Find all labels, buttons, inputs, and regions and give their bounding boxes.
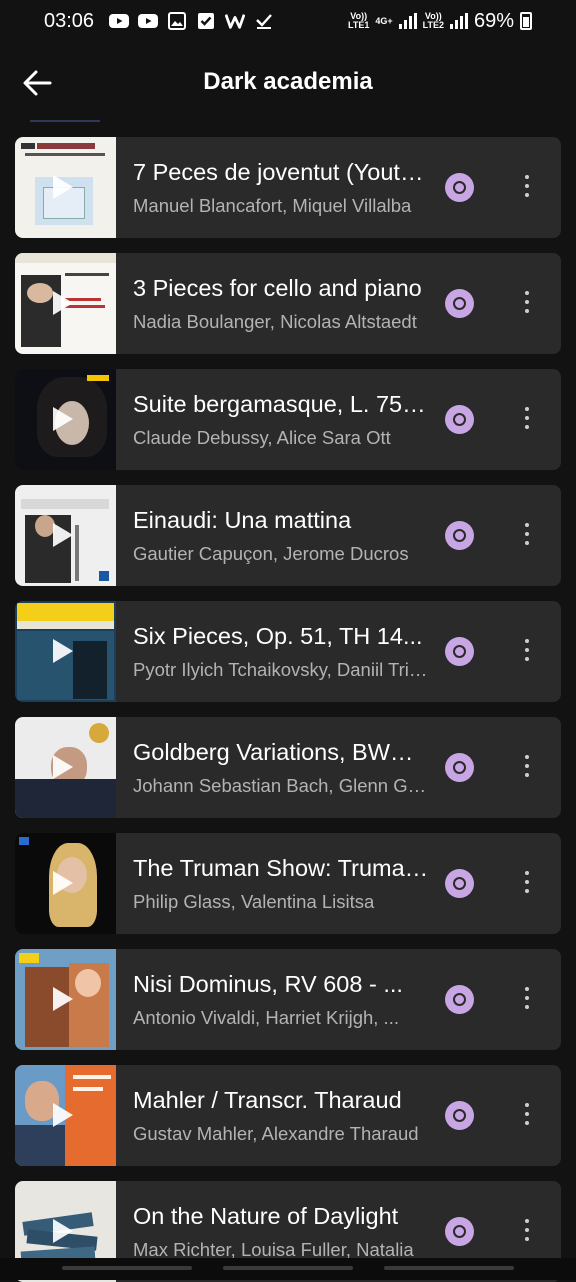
more-options-icon[interactable] — [521, 175, 533, 201]
system-nav-bar — [0, 1258, 576, 1280]
list-item[interactable]: Mahler / Transcr. Tharaud Gustav Mahler,… — [15, 1065, 561, 1166]
track-artists: Claude Debussy, Alice Sara Ott — [133, 427, 391, 448]
album-art[interactable] — [15, 833, 116, 934]
list-item[interactable]: Einaudi: Una mattina Gautier Capuçon, Je… — [15, 485, 561, 586]
album-art[interactable] — [15, 137, 116, 238]
top-app-bar: Dark academia — [0, 42, 576, 122]
list-item[interactable]: Goldberg Variations, BWV 988 Johann Seba… — [15, 717, 561, 818]
nav-home[interactable] — [223, 1266, 353, 1270]
downloaded-icon — [445, 173, 474, 202]
downloaded-icon — [445, 1217, 474, 1246]
arrow-left-icon[interactable] — [20, 66, 54, 100]
track-title: 3 Pieces for cello and piano — [133, 275, 422, 301]
more-options-icon[interactable] — [521, 1103, 533, 1129]
downloaded-icon — [445, 1101, 474, 1130]
nav-back[interactable] — [384, 1266, 514, 1270]
sim1-label: Vo)) LTE1 — [348, 11, 370, 30]
more-options-icon[interactable] — [521, 987, 533, 1013]
status-right: Vo)) LTE1 4G+ Vo)) LTE2 69% — [348, 10, 532, 33]
play-icon — [53, 291, 73, 315]
downloaded-icon — [445, 753, 474, 782]
track-title: On the Nature of Daylight — [133, 1203, 399, 1229]
album-art[interactable] — [15, 369, 116, 470]
play-icon — [53, 523, 73, 547]
list-item[interactable]: 3 Pieces for cello and piano Nadia Boula… — [15, 253, 561, 354]
track-artists: Manuel Blancafort, Miquel Villalba — [133, 195, 412, 216]
play-icon — [53, 871, 73, 895]
track-artists: Gautier Capuçon, Jerome Ducros — [133, 543, 409, 564]
downloaded-icon — [445, 869, 474, 898]
play-icon — [53, 1103, 73, 1127]
track-artists: Gustav Mahler, Alexandre Tharaud — [133, 1123, 419, 1144]
w-app-icon — [225, 14, 246, 29]
battery-percent: 69% — [473, 9, 514, 32]
album-art[interactable] — [15, 717, 116, 818]
scroll-edge-art — [30, 120, 100, 122]
play-icon — [53, 987, 73, 1011]
status-bar: 03:06 Vo)) LTE1 4G+ Vo)) LTE2 69% — [0, 0, 576, 42]
track-artists: Johann Sebastian Bach, Glenn Gould — [133, 775, 429, 796]
track-title: Mahler / Transcr. Tharaud — [133, 1087, 402, 1113]
downloaded-icon — [445, 289, 474, 318]
checkbox-icon — [198, 13, 215, 29]
track-title: The Truman Show: Truman Sleeps — [133, 855, 429, 881]
album-art[interactable] — [15, 949, 116, 1050]
album-art[interactable] — [15, 601, 116, 702]
battery-icon — [520, 12, 532, 30]
network-type: 4G+ — [375, 15, 393, 26]
youtube-icon — [138, 14, 159, 28]
downloaded-icon — [445, 985, 474, 1014]
download-done-icon — [256, 14, 272, 29]
list-item[interactable]: Suite bergamasque, L. 75: III. Claude De… — [15, 369, 561, 470]
page-title: Dark academia — [203, 68, 373, 95]
play-icon — [53, 639, 73, 663]
downloaded-icon — [445, 405, 474, 434]
more-options-icon[interactable] — [521, 755, 533, 781]
track-artists: Philip Glass, Valentina Lisitsa — [133, 891, 375, 912]
track-title: Nisi Dominus, RV 608 - ... — [133, 971, 403, 997]
track-title: Einaudi: Una mattina — [133, 507, 352, 533]
sim2-label: Vo)) LTE2 — [422, 11, 444, 30]
more-options-icon[interactable] — [521, 871, 533, 897]
album-art[interactable] — [15, 253, 116, 354]
album-art[interactable] — [15, 1065, 116, 1166]
list-item[interactable]: The Truman Show: Truman Sleeps Philip Gl… — [15, 833, 561, 934]
play-icon — [53, 1219, 73, 1243]
track-title: Six Pieces, Op. 51, TH 14... — [133, 623, 423, 649]
list-item[interactable]: Six Pieces, Op. 51, TH 14... Pyotr Ilyic… — [15, 601, 561, 702]
track-title: 7 Peces de joventut (Youth... — [133, 159, 429, 185]
nav-recents[interactable] — [62, 1266, 192, 1270]
play-icon — [53, 175, 73, 199]
list-item[interactable]: 7 Peces de joventut (Youth... Manuel Bla… — [15, 137, 561, 238]
more-options-icon[interactable] — [521, 639, 533, 665]
album-art[interactable] — [15, 485, 116, 586]
status-left: 03:06 — [44, 10, 274, 33]
status-time: 03:06 — [44, 9, 95, 32]
track-artists: Nadia Boulanger, Nicolas Altstaedt — [133, 311, 417, 332]
play-icon — [53, 407, 73, 431]
more-options-icon[interactable] — [521, 1219, 533, 1245]
track-artists: Pyotr Ilyich Tchaikovsky, Daniil Trifono… — [133, 659, 429, 680]
track-title: Suite bergamasque, L. 75: III. — [133, 391, 429, 417]
downloaded-icon — [445, 521, 474, 550]
downloaded-icon — [445, 637, 474, 666]
signal-icon — [398, 13, 417, 29]
more-options-icon[interactable] — [521, 291, 533, 317]
signal-icon — [449, 13, 468, 29]
play-icon — [53, 755, 73, 779]
track-artists: Antonio Vivaldi, Harriet Krijgh, ... — [133, 1007, 399, 1028]
more-options-icon[interactable] — [521, 523, 533, 549]
gallery-icon — [168, 12, 187, 30]
list-item[interactable]: Nisi Dominus, RV 608 - ... Antonio Vival… — [15, 949, 561, 1050]
more-options-icon[interactable] — [521, 407, 533, 433]
youtube-icon — [109, 14, 130, 28]
track-title: Goldberg Variations, BWV 988 — [133, 739, 429, 765]
